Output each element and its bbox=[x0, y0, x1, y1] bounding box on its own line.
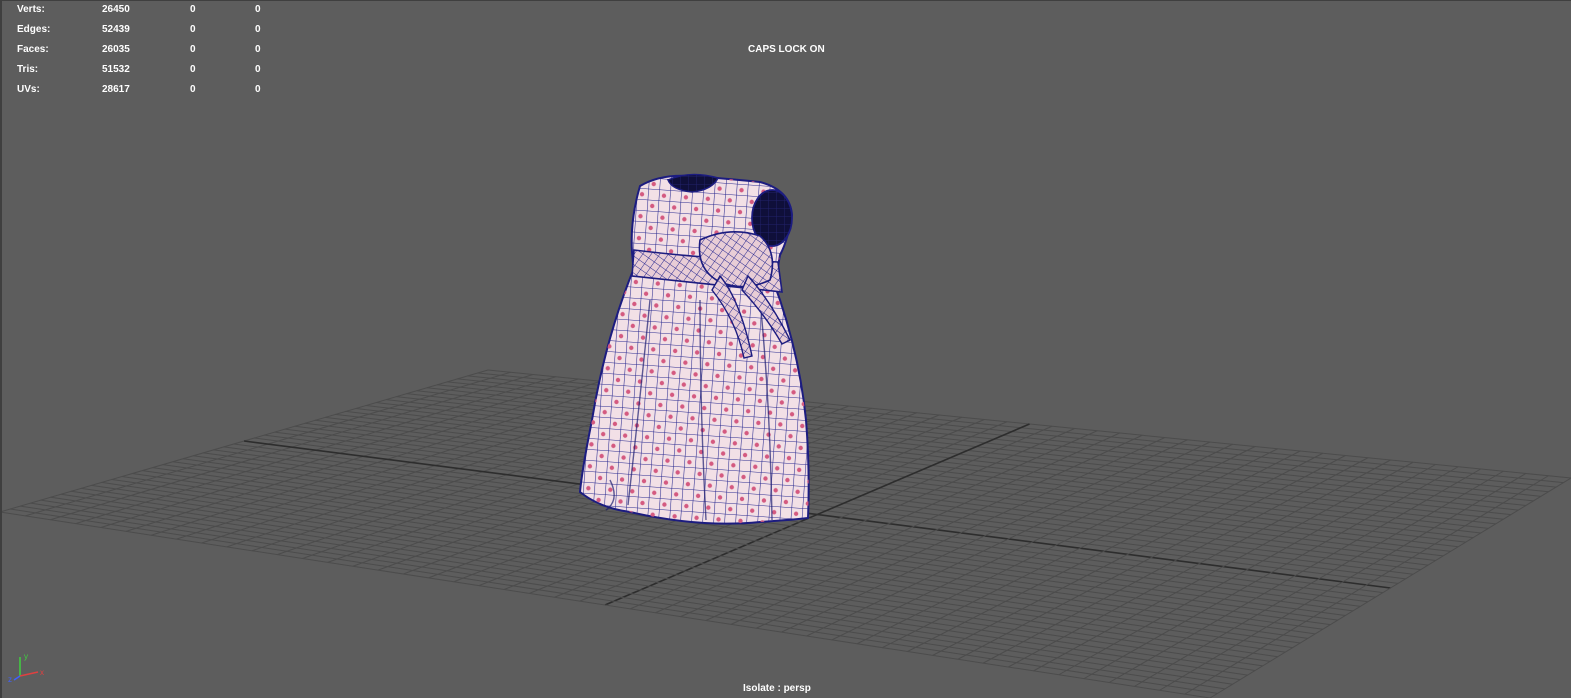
x-axis-label: x bbox=[40, 668, 44, 677]
hud-value-object: 51532 bbox=[102, 64, 130, 75]
scene-canvas[interactable] bbox=[0, 0, 1571, 698]
hud-value-object: 26035 bbox=[102, 44, 130, 55]
hud-row-edges: Edges: 52439 0 0 bbox=[17, 23, 277, 43]
isolate-camera-label: Isolate : persp bbox=[743, 683, 811, 694]
hud-value-object: 52439 bbox=[102, 24, 130, 35]
dress-mesh[interactable] bbox=[578, 173, 810, 525]
hud-row-tris: Tris: 51532 0 0 bbox=[17, 63, 277, 83]
hud-row-verts: Verts: 26450 0 0 bbox=[17, 3, 277, 23]
hud-value-selected: 0 bbox=[190, 64, 196, 75]
hud-value-component: 0 bbox=[255, 44, 261, 55]
hud-row-uvs: UVs: 28617 0 0 bbox=[17, 83, 277, 103]
hud-label: Tris: bbox=[17, 64, 39, 75]
z-axis-line bbox=[13, 675, 21, 681]
hud-value-component: 0 bbox=[255, 4, 261, 15]
hud-value-object: 26450 bbox=[102, 4, 130, 15]
hud-value-component: 0 bbox=[255, 64, 261, 75]
view-axis-gizmo: y x z bbox=[8, 652, 44, 684]
z-axis-label: z bbox=[8, 675, 12, 684]
poly-count-hud: Verts: 26450 0 0 Edges: 52439 0 0 Faces:… bbox=[17, 3, 277, 103]
hud-value-component: 0 bbox=[255, 24, 261, 35]
hud-value-component: 0 bbox=[255, 84, 261, 95]
perspective-viewport[interactable]: Verts: 26450 0 0 Edges: 52439 0 0 Faces:… bbox=[0, 0, 1571, 698]
x-axis-line bbox=[19, 671, 39, 677]
hud-value-selected: 0 bbox=[190, 4, 196, 15]
hud-value-selected: 0 bbox=[190, 44, 196, 55]
hud-value-selected: 0 bbox=[190, 24, 196, 35]
hud-value-selected: 0 bbox=[190, 84, 196, 95]
hud-row-faces: Faces: 26035 0 0 bbox=[17, 43, 277, 63]
hud-label: UVs: bbox=[17, 84, 40, 95]
hud-value-object: 28617 bbox=[102, 84, 130, 95]
hud-label: Verts: bbox=[17, 4, 45, 15]
hud-label: Faces: bbox=[17, 44, 49, 55]
hud-label: Edges: bbox=[17, 24, 51, 35]
caps-lock-indicator: CAPS LOCK ON bbox=[748, 44, 825, 55]
y-axis-label: y bbox=[24, 652, 28, 661]
